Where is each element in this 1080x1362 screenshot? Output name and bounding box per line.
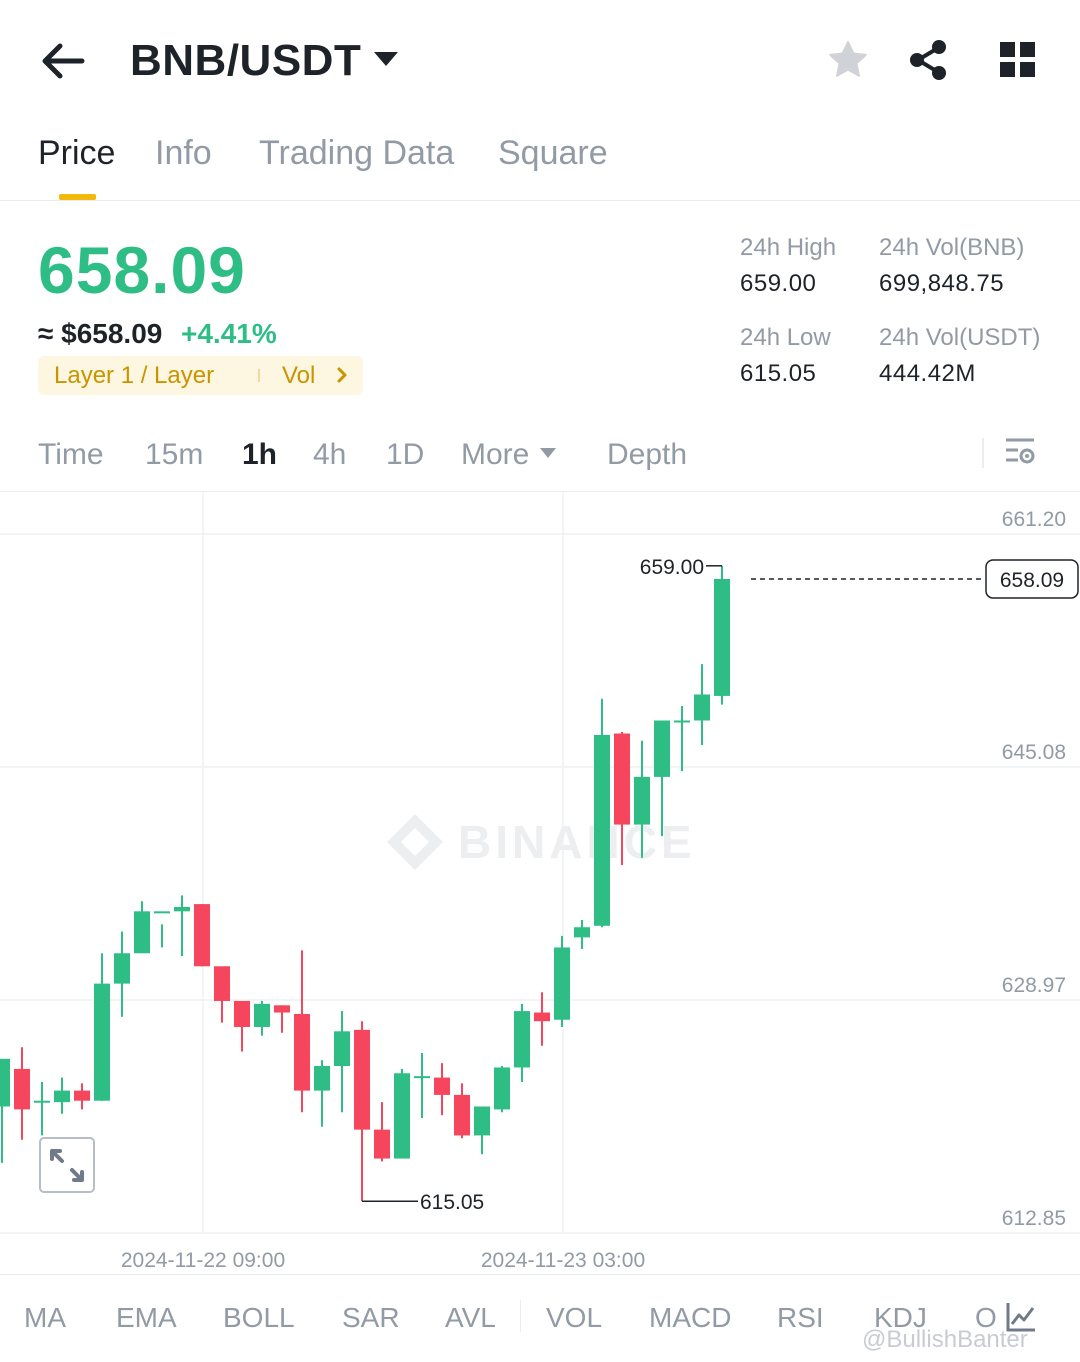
candle-body: [94, 983, 110, 1101]
tab-price[interactable]: Price: [38, 134, 115, 173]
candle-body: [214, 966, 230, 1001]
last-price-label: 658.09: [1000, 569, 1064, 592]
interval-time[interactable]: Time: [38, 438, 104, 472]
indicator-separator: [520, 1300, 521, 1332]
vol-quote-value: 444.42M: [879, 360, 976, 387]
caret-down-icon[interactable]: [374, 52, 398, 66]
vol-tag-label: Vol: [282, 362, 316, 389]
candle-body: [694, 694, 710, 721]
tabs-divider: [0, 200, 1080, 201]
y-tick-label: 612.85: [1002, 1207, 1066, 1230]
candle-body: [274, 1005, 290, 1013]
candle-body: [194, 904, 210, 967]
binance-logo-icon: [387, 814, 443, 870]
low-label: 24h Low: [740, 324, 831, 351]
chevron-right-icon: [337, 367, 347, 383]
expand-icon[interactable]: [39, 1137, 95, 1193]
candle-body: [414, 1076, 430, 1079]
indicator-sar[interactable]: SAR: [342, 1302, 400, 1334]
candle-body: [434, 1077, 450, 1095]
candle-body: [594, 734, 610, 926]
candle-body: [14, 1068, 30, 1110]
candle-body: [674, 720, 690, 723]
candle-body: [134, 911, 150, 954]
share-icon[interactable]: [906, 38, 950, 82]
indicator-macd[interactable]: MACD: [649, 1302, 731, 1334]
low-value: 615.05: [740, 360, 817, 387]
chart-settings-icon[interactable]: [1002, 434, 1038, 470]
candle-body: [174, 906, 190, 912]
price-change-percent: +4.41%: [181, 318, 277, 349]
candle-body: [634, 776, 650, 825]
candle-body: [654, 720, 670, 777]
indicator-ma[interactable]: MA: [24, 1302, 66, 1334]
indicator-rsi[interactable]: RSI: [777, 1302, 824, 1334]
candle-body: [394, 1073, 410, 1159]
y-tick-label: 661.20: [1002, 508, 1066, 531]
candle-body: [234, 1000, 250, 1027]
candle-body: [454, 1094, 470, 1136]
fiat-price: ≈ $658.09: [38, 318, 163, 349]
vol-base-label: 24h Vol(BNB): [879, 234, 1025, 261]
candle-body: [474, 1106, 490, 1136]
high-marker-label: 659.00: [640, 556, 704, 579]
indicator-ema[interactable]: EMA: [116, 1302, 177, 1334]
interval-15m[interactable]: 15m: [145, 438, 203, 472]
y-tick-label: 645.08: [1002, 741, 1066, 764]
x-tick-label: 2024-11-22 09:00: [121, 1249, 285, 1272]
tab-info[interactable]: Info: [155, 134, 212, 173]
star-icon[interactable]: [826, 38, 870, 82]
candle-body: [74, 1090, 90, 1101]
back-arrow-icon[interactable]: [38, 38, 88, 84]
interval-1d[interactable]: 1D: [386, 438, 424, 472]
binance-watermark-text: BINANCE: [458, 816, 696, 868]
candle-body: [534, 1012, 550, 1022]
low-marker-label: 615.05: [420, 1191, 484, 1214]
candle-body: [114, 953, 130, 984]
x-tick-label: 2024-11-23 03:00: [481, 1249, 645, 1272]
candle-body: [154, 911, 170, 914]
indicator-avl[interactable]: AVL: [445, 1302, 496, 1334]
tab-square[interactable]: Square: [498, 134, 608, 173]
candle-body: [614, 733, 630, 825]
candle-body: [514, 1011, 530, 1068]
candle-body: [314, 1066, 330, 1091]
more-caret-icon: [540, 448, 556, 458]
high-value: 659.00: [740, 270, 817, 297]
candle-body: [374, 1129, 390, 1159]
chart-grid: 661.20 645.08 628.97 612.85 2024-11-22 09:00…: [0, 492, 1080, 1272]
candle-body: [294, 1013, 310, 1091]
candle-body: [714, 578, 730, 696]
indicator-vol[interactable]: VOL: [546, 1302, 602, 1334]
tag-separator: [258, 369, 260, 382]
high-label: 24h High: [740, 234, 837, 261]
candles[interactable]: [0, 565, 730, 1202]
candle-body: [54, 1090, 70, 1103]
vol-base-value: 699,848.75: [879, 270, 1005, 297]
candle-body: [0, 1058, 10, 1107]
interval-more[interactable]: More: [461, 438, 529, 472]
candle-body: [34, 1100, 50, 1103]
candle-body: [494, 1067, 510, 1110]
indicator-divider: [0, 1274, 1080, 1275]
tab-trading-data[interactable]: Trading Data: [259, 134, 454, 173]
candle-body: [254, 1003, 270, 1027]
candle-body: [354, 1029, 370, 1130]
interval-4h[interactable]: 4h: [313, 438, 346, 472]
interval-separator: [982, 438, 984, 468]
vol-quote-label: 24h Vol(USDT): [879, 324, 1041, 351]
y-tick-label: 628.97: [1002, 974, 1066, 997]
category-tag-label: Layer 1 / Layer: [54, 362, 215, 389]
candle-body: [334, 1031, 350, 1067]
price-chart[interactable]: 661.20 645.08 628.97 612.85 2024-11-22 09:00…: [0, 492, 1080, 1274]
candle-body: [574, 927, 590, 938]
grid-icon[interactable]: [998, 40, 1038, 80]
candle-body: [554, 947, 570, 1020]
interval-1h[interactable]: 1h: [242, 438, 277, 472]
pair-title[interactable]: BNB/USDT: [130, 36, 361, 86]
author-watermark: @BullishBanter: [862, 1326, 1028, 1353]
last-price: 658.09: [38, 233, 246, 307]
indicator-boll[interactable]: BOLL: [223, 1302, 295, 1334]
depth-button[interactable]: Depth: [607, 438, 687, 472]
